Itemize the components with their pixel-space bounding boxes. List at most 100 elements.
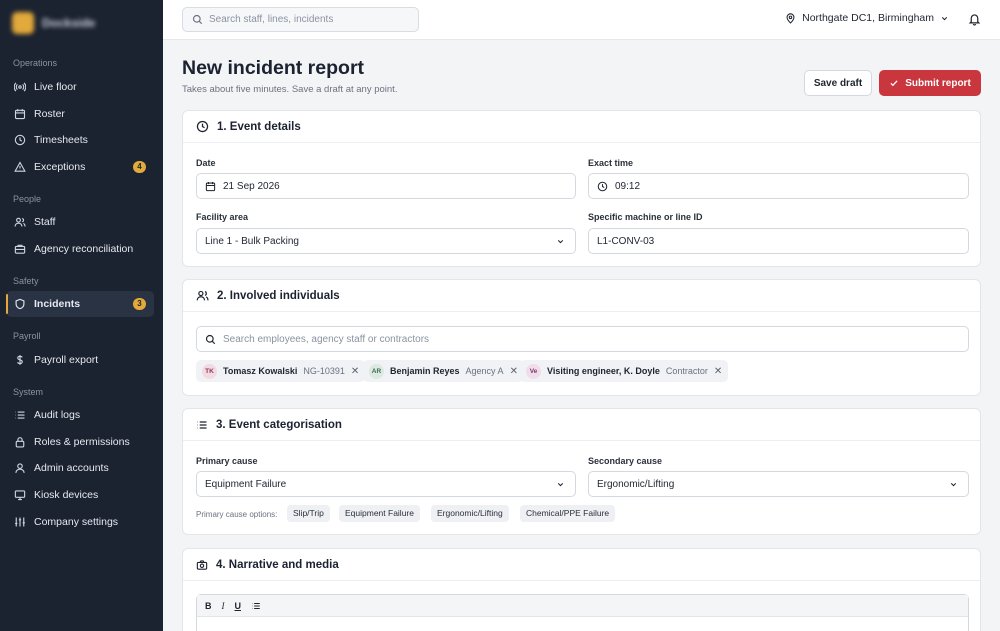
global-search-input[interactable] <box>209 14 409 25</box>
person-chip[interactable]: AR Benjamin Reyes Agency A ✕ <box>363 360 524 382</box>
sidebar-item-label: Live floor <box>34 81 77 93</box>
event-details-title: 1. Event details <box>217 120 301 133</box>
secondary-cause-select[interactable]: Ergonomic/Lifting <box>588 471 969 497</box>
sidebar-item-incidents[interactable]: Incidents 3 <box>6 291 154 317</box>
underline-button[interactable]: U <box>235 601 242 611</box>
sidebar-item-audit-logs[interactable]: Audit logs <box>6 402 154 428</box>
sidebar-item-timesheets[interactable]: Timesheets <box>6 127 154 153</box>
sidebar-item-label: Staff <box>34 216 56 228</box>
sidebar-item-payroll-export[interactable]: Payroll export <box>6 347 154 373</box>
page-subtitle: Takes about five minutes. Save a draft a… <box>182 84 398 95</box>
chevron-down-icon <box>557 483 564 487</box>
person-meta: NG-10391 <box>303 366 345 376</box>
avatar: AR <box>369 363 384 379</box>
facility-area-value: Line 1 - Bulk Packing <box>205 235 299 247</box>
event-categorisation-header: 3. Event categorisation <box>183 409 980 441</box>
sidebar-item-admin-accounts[interactable]: Admin accounts <box>6 455 154 481</box>
sidebar-item-roster[interactable]: Roster <box>6 101 154 127</box>
facility-area-label: Facility area <box>196 212 249 222</box>
remove-person-icon[interactable]: ✕ <box>510 366 518 377</box>
sidebar-item-label: Exceptions <box>34 161 86 173</box>
sidebar-item-kiosk-devices[interactable]: Kiosk devices <box>6 482 154 508</box>
remove-person-icon[interactable]: ✕ <box>351 366 359 377</box>
primary-cause-select[interactable]: Equipment Failure <box>196 471 576 497</box>
individuals-search[interactable]: Search employees, agency staff or contra… <box>196 326 969 352</box>
facility-selector[interactable]: Northgate DC1, Birmingham <box>785 12 949 24</box>
person-chip[interactable]: TK Tomasz Kowalski NG-10391 ✕ <box>196 360 366 382</box>
nav-section-operations: Operations <box>13 58 58 68</box>
narrative-media-header: 4. Narrative and media <box>183 549 980 581</box>
event-details-header: 1. Event details <box>183 111 980 143</box>
incidents-badge: 3 <box>133 298 146 310</box>
cause-option[interactable]: Slip/Trip <box>287 505 330 522</box>
sidebar-item-exceptions[interactable]: Exceptions 4 <box>6 154 154 180</box>
map-pin-icon <box>786 12 795 24</box>
sidebar-item-live-floor[interactable]: Live floor <box>6 74 154 100</box>
sidebar-item-label: Admin accounts <box>34 462 109 474</box>
person-name: Visiting engineer, K. Doyle <box>547 366 660 376</box>
narrative-editor[interactable]: B I U <box>196 594 969 631</box>
nav-section-payroll: Payroll <box>13 331 41 341</box>
calendar-icon <box>14 109 26 120</box>
involved-individuals-header: 2. Involved individuals <box>183 280 980 312</box>
sidebar-item-company-settings[interactable]: Company settings <box>6 509 154 535</box>
bold-button[interactable]: B <box>205 601 212 611</box>
nav-section-safety: Safety <box>13 276 39 286</box>
secondary-cause-label: Secondary cause <box>588 456 663 466</box>
lock-icon <box>15 437 25 448</box>
sidebar-item-label: Roles & permissions <box>34 436 130 448</box>
search-icon <box>192 14 203 25</box>
chevron-down-icon <box>941 16 948 20</box>
notifications-button[interactable] <box>968 12 981 31</box>
person-chip[interactable]: Ve Visiting engineer, K. Doyle Contracto… <box>520 360 729 382</box>
machine-id-label: Specific machine or line ID <box>588 212 703 222</box>
person-name: Tomasz Kowalski <box>223 366 298 376</box>
sidebar-item-label: Incidents <box>34 298 81 310</box>
sidebar-item-roles-permissions[interactable]: Roles & permissions <box>6 429 154 455</box>
secondary-cause-value: Ergonomic/Lifting <box>597 478 675 490</box>
bullet-list-icon[interactable] <box>251 601 261 611</box>
briefcase-icon <box>14 244 26 254</box>
global-search[interactable] <box>182 7 419 32</box>
page-title: New incident report <box>182 57 365 79</box>
list-icon <box>197 420 207 429</box>
primary-cause-label: Primary cause <box>196 456 258 466</box>
cause-option[interactable]: Equipment Failure <box>339 505 420 522</box>
brand[interactable]: Dockside <box>12 12 95 34</box>
clock-icon <box>196 120 209 133</box>
facility-name: Northgate DC1, Birmingham <box>802 12 934 24</box>
submit-report-label: Submit report <box>905 77 971 89</box>
sidebar-item-agency-reconciliation[interactable]: Agency reconciliation <box>6 236 154 262</box>
sidebar-item-staff[interactable]: Staff <box>6 209 154 235</box>
avatar: TK <box>202 363 217 379</box>
camera-icon <box>196 559 208 570</box>
remove-person-icon[interactable]: ✕ <box>714 366 722 377</box>
clock-icon <box>597 181 608 191</box>
person-name: Benjamin Reyes <box>390 366 460 376</box>
topbar: Northgate DC1, Birmingham <box>163 0 1000 40</box>
facility-area-select[interactable]: Line 1 - Bulk Packing <box>196 228 576 254</box>
brand-name: Dockside <box>42 16 96 30</box>
date-field[interactable]: 21 Sep 2026 <box>196 173 576 199</box>
save-draft-button[interactable]: Save draft <box>804 70 872 96</box>
machine-id-field[interactable]: L1-CONV-03 <box>588 228 969 254</box>
dollar-icon <box>17 355 23 365</box>
sidebar-item-label: Roster <box>34 108 65 120</box>
person-meta: Contractor <box>665 366 708 376</box>
sliders-icon <box>15 517 25 527</box>
cause-option[interactable]: Ergonomic/Lifting <box>431 505 509 522</box>
bell-icon <box>968 14 981 26</box>
narrative-media-title: 4. Narrative and media <box>216 558 339 571</box>
sidebar-item-label: Agency reconciliation <box>34 243 134 255</box>
cause-option[interactable]: Chemical/PPE Failure <box>520 505 616 522</box>
italic-button[interactable]: I <box>222 601 225 611</box>
nav-section-system: System <box>13 387 44 397</box>
sidebar-item-label: Payroll export <box>34 354 99 366</box>
primary-cause-options-label: Primary cause options: <box>196 510 278 519</box>
time-field[interactable]: 09:12 <box>588 173 969 199</box>
user-icon <box>15 463 25 473</box>
person-meta: Agency A <box>465 366 504 376</box>
date-label: Date <box>196 158 216 168</box>
sidebar-item-label: Company settings <box>34 516 119 528</box>
submit-report-button[interactable]: Submit report <box>879 70 981 96</box>
